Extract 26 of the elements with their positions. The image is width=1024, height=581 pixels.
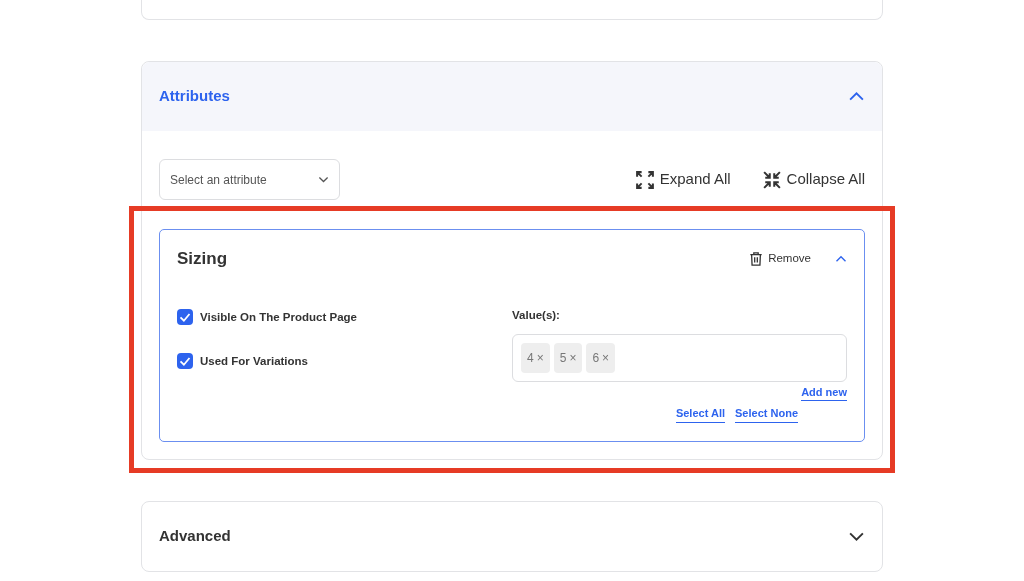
collapse-icon bbox=[762, 170, 781, 189]
value-label: 5 bbox=[559, 349, 567, 367]
trash-icon bbox=[749, 251, 764, 266]
checkbox[interactable] bbox=[177, 353, 193, 370]
add-new-link[interactable]: Add new bbox=[801, 383, 847, 402]
attribute-name: Sizing bbox=[177, 248, 228, 270]
value-label: 4 bbox=[527, 349, 534, 367]
remove-value-button[interactable]: × bbox=[536, 348, 544, 367]
checkbox-label: Used For Variations bbox=[200, 353, 308, 369]
values-field[interactable]: 4 × 5 × 6 × bbox=[512, 333, 847, 382]
panel-title[interactable]: Attributes bbox=[159, 85, 230, 108]
collapse-all-button[interactable]: Collapse All bbox=[762, 168, 865, 191]
value-label: 6 bbox=[592, 349, 600, 367]
attribute-select[interactable]: Select an attribute bbox=[159, 159, 340, 200]
remove-button[interactable]: Remove bbox=[749, 250, 811, 268]
expand-all-button[interactable]: Expand All bbox=[635, 168, 731, 191]
checkbox-label: Visible On The Product Page bbox=[200, 309, 357, 325]
caret-icon[interactable] bbox=[318, 174, 329, 185]
values-label: Value(s): bbox=[512, 307, 561, 323]
expand-icon bbox=[635, 170, 654, 189]
remove-value-button[interactable]: × bbox=[602, 348, 610, 367]
select-none-link[interactable]: Select None bbox=[735, 405, 798, 423]
remove-value-button[interactable]: × bbox=[569, 348, 577, 367]
checkbox[interactable] bbox=[177, 309, 193, 326]
panel-title[interactable]: Advanced bbox=[159, 525, 231, 548]
select-all-link[interactable]: Select All bbox=[675, 405, 726, 423]
